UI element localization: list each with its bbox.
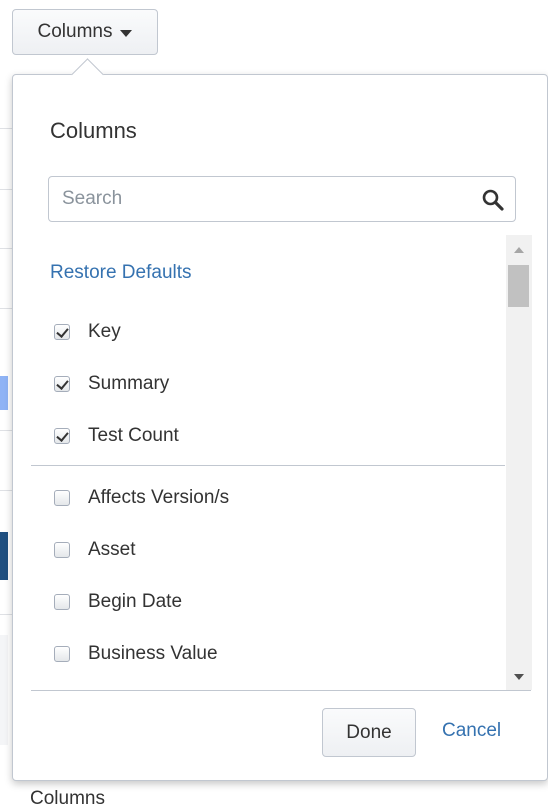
scroll-down-icon[interactable] <box>514 674 524 680</box>
background-highlight <box>0 376 8 410</box>
background-columns-label: Columns <box>30 788 105 809</box>
background-divider <box>0 308 12 309</box>
column-option-label: Key <box>88 321 121 342</box>
column-list: Restore Defaults Key Summary Test Count … <box>13 235 533 690</box>
column-checkbox[interactable] <box>54 646 70 662</box>
column-checkbox[interactable] <box>54 324 70 340</box>
column-option-summary[interactable]: Summary <box>54 373 169 395</box>
columns-button-label: Columns <box>37 21 113 42</box>
column-checkbox[interactable] <box>54 376 70 392</box>
column-option-affects-version[interactable]: Affects Version/s <box>54 487 229 509</box>
background-divider <box>0 614 12 615</box>
column-option-label: Asset <box>88 539 136 560</box>
popup-arrow <box>71 58 104 91</box>
column-checkbox[interactable] <box>54 428 70 444</box>
column-checkbox[interactable] <box>54 490 70 506</box>
background-divider <box>0 490 12 491</box>
column-option-label: Test Count <box>88 425 179 446</box>
column-option-test-count[interactable]: Test Count <box>54 425 179 447</box>
background-divider <box>0 128 12 129</box>
done-button[interactable]: Done <box>322 708 416 757</box>
column-option-label: Affects Version/s <box>88 487 230 508</box>
scroll-up-icon[interactable] <box>514 247 524 253</box>
columns-popup: Columns Restore Defaults Key Summary Tes… <box>12 58 548 781</box>
column-option-begin-date[interactable]: Begin Date <box>54 591 182 613</box>
scroll-thumb[interactable] <box>508 265 529 307</box>
background-divider <box>0 430 12 431</box>
column-option-key[interactable]: Key <box>54 321 121 343</box>
caret-down-icon <box>120 29 133 37</box>
popup-title: Columns <box>50 118 137 143</box>
column-checkbox[interactable] <box>54 594 70 610</box>
background-panel <box>0 635 8 745</box>
list-scrollbar[interactable] <box>506 235 532 690</box>
search-input[interactable] <box>49 177 515 221</box>
search-icon[interactable] <box>481 188 505 212</box>
selected-divider <box>31 465 505 466</box>
background-highlight <box>0 532 8 580</box>
footer-divider <box>31 690 531 691</box>
cancel-link[interactable]: Cancel <box>442 720 501 742</box>
background-divider <box>0 248 12 249</box>
background-divider <box>0 189 12 190</box>
column-option-business-value[interactable]: Business Value <box>54 643 218 665</box>
restore-defaults-link[interactable]: Restore Defaults <box>50 262 192 284</box>
column-option-asset[interactable]: Asset <box>54 539 136 561</box>
columns-button[interactable]: Columns <box>12 9 158 55</box>
column-option-label: Business Value <box>88 643 218 664</box>
search-box <box>48 176 516 222</box>
column-checkbox[interactable] <box>54 542 70 558</box>
column-option-label: Begin Date <box>88 591 183 612</box>
column-option-label: Summary <box>88 373 170 394</box>
